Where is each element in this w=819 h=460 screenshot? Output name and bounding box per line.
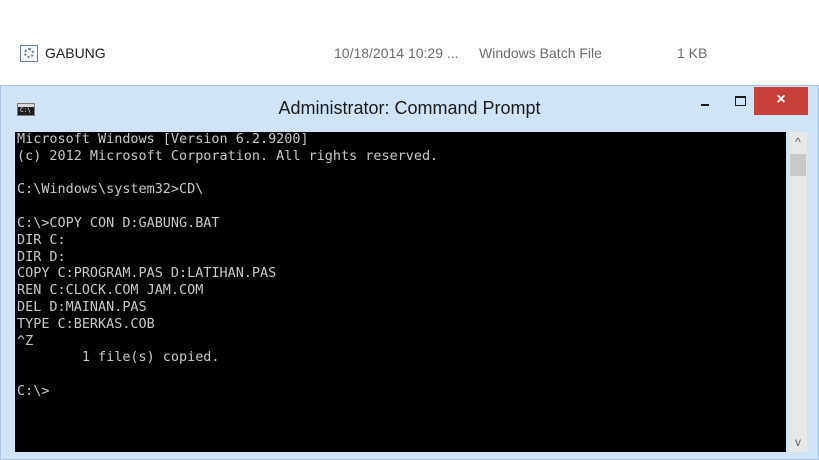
console-line: (c) 2012 Microsoft Corporation. All righ… <box>17 148 439 164</box>
minimize-icon <box>701 104 709 106</box>
console-line: REN C:CLOCK.COM JAM.COM <box>17 283 204 299</box>
title-bar[interactable]: C:\ Administrator: Command Prompt × <box>1 86 818 132</box>
console-line: 1 file(s) copied. <box>17 350 220 366</box>
close-button[interactable]: × <box>754 87 808 115</box>
console-line: C:\Windows\system32>CD\ <box>17 182 204 198</box>
command-prompt-window: C:\ Administrator: Command Prompt × Micr… <box>0 85 819 460</box>
console-line: COPY C:PROGRAM.PAS D:LATIHAN.PAS <box>17 266 277 282</box>
file-name: GABUNG <box>45 45 106 61</box>
console-line: DIR C: <box>17 232 66 248</box>
console-line: C:\>COPY CON D:GABUNG.BAT <box>17 215 220 231</box>
scroll-down-icon[interactable]: v <box>789 432 807 452</box>
console-line: DIR D: <box>17 249 66 265</box>
file-type: Windows Batch File <box>479 45 602 61</box>
maximize-icon <box>735 96 746 106</box>
vertical-scrollbar[interactable]: ^ v <box>789 132 807 452</box>
batch-file-icon <box>20 45 38 62</box>
console-line: C:\> <box>17 383 50 399</box>
file-date-modified: 10/18/2014 10:29 ... <box>334 45 459 61</box>
console-line: Microsoft Windows [Version 6.2.9200] <box>17 132 309 147</box>
scroll-up-icon[interactable]: ^ <box>789 132 807 152</box>
console-line: TYPE C:BERKAS.COB <box>17 316 155 332</box>
console-output[interactable]: Microsoft Windows [Version 6.2.9200] (c) … <box>15 132 786 452</box>
file-list-row[interactable]: GABUNG 10/18/2014 10:29 ... Windows Batc… <box>0 40 819 68</box>
scroll-thumb[interactable] <box>790 154 806 176</box>
console-line: ^Z <box>17 333 34 349</box>
maximize-button[interactable] <box>726 87 754 115</box>
minimize-button[interactable] <box>691 87 719 115</box>
close-icon: × <box>776 91 786 108</box>
file-size: 1 KB <box>677 45 708 61</box>
console-line: DEL D:MAINAN.PAS <box>17 299 147 315</box>
